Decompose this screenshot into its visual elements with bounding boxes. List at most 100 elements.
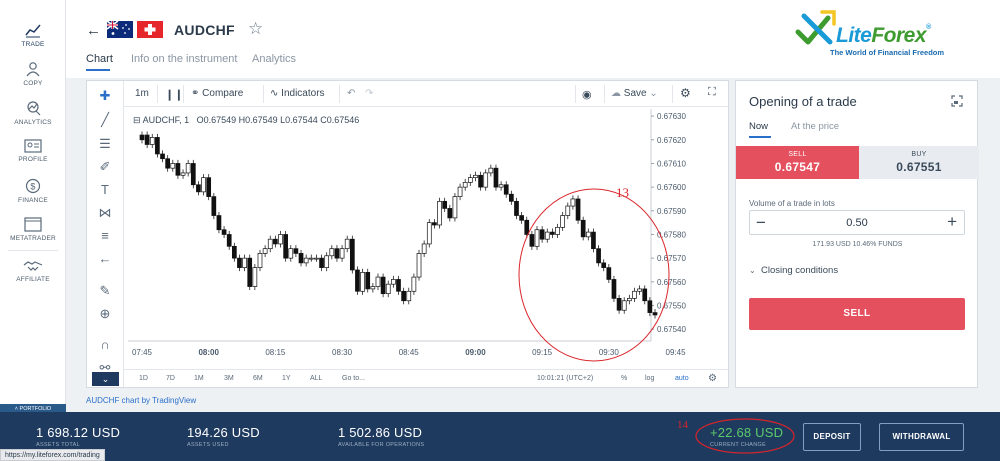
- chart-legend: ⊟ AUDCHF, 1 O0.67549 H0.67549 L0.67544 C…: [133, 115, 359, 126]
- candle-body: [324, 255, 330, 268]
- settings-gear-icon[interactable]: ⚙: [680, 86, 691, 100]
- candle-body: [462, 182, 468, 188]
- toolbar-collapse-icon[interactable]: ⌄: [92, 372, 119, 386]
- candle-body: [442, 200, 448, 209]
- nav-item-finance[interactable]: $ FINANCE: [0, 178, 66, 204]
- chart-top-toolbar: 1m ❙❙ ⚭ Compare ∿ Indicators ↶ ↷ ◉ ☁ Sav…: [124, 81, 728, 107]
- candle-body: [196, 184, 201, 193]
- range-3m[interactable]: 3M: [224, 375, 234, 382]
- candle-body: [370, 286, 376, 290]
- interval-button[interactable]: 1m: [135, 88, 149, 99]
- expand-icon[interactable]: [951, 95, 963, 107]
- range-6m[interactable]: 6M: [253, 375, 263, 382]
- chart-bottom-toolbar: 1D 7D 1M 3M 6M 1Y ALL Go to... 10:01:21 …: [124, 369, 728, 387]
- candle-body: [432, 222, 437, 226]
- drawing-toolbar: ✚ ╱ ☰ ✐ T ⋈ ≡ ← ✎ ⊕ ∩ ⚯ ⌄: [87, 81, 124, 387]
- candle-body: [155, 137, 160, 155]
- candle-type-icon[interactable]: ❙❙: [165, 88, 183, 101]
- candle-body: [160, 153, 165, 160]
- deposit-button[interactable]: DEPOSIT: [803, 423, 861, 451]
- tradingview-credit-link[interactable]: AUDCHF chart by TradingView: [86, 396, 196, 405]
- buy-price-box[interactable]: BUY 0.67551: [859, 146, 979, 179]
- camera-icon[interactable]: ◉: [582, 88, 592, 101]
- nav-item-metatrader[interactable]: METATRADER: [0, 217, 66, 242]
- pattern-tool-icon[interactable]: ⋈: [95, 204, 115, 222]
- nav-item-analytics[interactable]: ANALYTICS: [0, 100, 66, 126]
- zoom-in-icon[interactable]: ⊕: [95, 305, 115, 323]
- goto-button[interactable]: Go to...: [342, 375, 365, 382]
- instrument-title: AUDCHF: [174, 22, 235, 38]
- candle-body: [488, 167, 494, 174]
- copy-person-icon: [26, 62, 40, 77]
- volume-stepper[interactable]: − 0.50 +: [749, 210, 965, 235]
- sell-price: 0.67547: [774, 160, 821, 174]
- back-arrow-icon[interactable]: ←: [86, 22, 101, 39]
- tab-at-the-price[interactable]: At the price: [791, 121, 839, 132]
- range-1d[interactable]: 1D: [139, 375, 148, 382]
- available-label: AVAILABLE FOR OPERATIONS: [338, 442, 425, 448]
- candle-body: [180, 172, 186, 176]
- candle-body: [165, 158, 171, 169]
- fullscreen-icon[interactable]: ⛶: [708, 86, 716, 99]
- text-tool-icon[interactable]: T: [95, 181, 115, 199]
- tab-now[interactable]: Now: [749, 121, 768, 132]
- tab-chart[interactable]: Chart: [86, 53, 113, 65]
- brush-icon[interactable]: ✐: [95, 158, 115, 176]
- svg-text:$: $: [30, 182, 35, 192]
- legend-ohlc: O0.67549 H0.67549 L0.67544 C0.67546: [196, 115, 360, 125]
- range-7d[interactable]: 7D: [166, 375, 175, 382]
- closing-conditions-label: Closing conditions: [760, 265, 839, 276]
- chevron-down-icon: ⌄: [749, 266, 756, 275]
- nav-item-affiliate[interactable]: AFFILIATE: [0, 259, 66, 283]
- sell-button[interactable]: SELL: [749, 298, 965, 330]
- current-change-value: +22.68 USD: [710, 425, 784, 440]
- candle-body: [252, 267, 258, 287]
- range-1m[interactable]: 1M: [194, 375, 204, 382]
- range-all[interactable]: ALL: [310, 375, 322, 382]
- candle-body: [416, 253, 422, 278]
- candle-body: [211, 196, 217, 216]
- auto-toggle[interactable]: auto: [675, 375, 689, 382]
- sell-price-box[interactable]: SELL 0.67547: [736, 146, 859, 179]
- percent-toggle[interactable]: %: [621, 375, 627, 382]
- save-button[interactable]: ☁ Save ⌄: [611, 88, 658, 99]
- nav-item-trade[interactable]: TRADE: [0, 22, 66, 48]
- ruler-icon[interactable]: ✎: [95, 282, 115, 300]
- magnet-icon[interactable]: ∩: [95, 336, 115, 354]
- candle-body: [267, 238, 273, 250]
- candle-body: [391, 279, 396, 285]
- prediction-tool-icon[interactable]: ≡: [95, 227, 115, 245]
- tab-analytics[interactable]: Analytics: [252, 53, 296, 65]
- nav-item-copy[interactable]: COPY: [0, 61, 66, 87]
- indicators-button[interactable]: ∿ Indicators: [270, 88, 325, 99]
- candle-body: [308, 257, 314, 260]
- range-1y[interactable]: 1Y: [282, 375, 291, 382]
- candle-body: [185, 163, 191, 174]
- candle-body: [216, 215, 222, 231]
- plus-icon[interactable]: +: [947, 212, 957, 232]
- nav-divider: [8, 250, 58, 251]
- log-toggle[interactable]: log: [645, 375, 654, 382]
- trendline-icon[interactable]: ╱: [95, 111, 115, 129]
- arrow-left-icon[interactable]: ←: [95, 250, 115, 268]
- volume-value[interactable]: 0.50: [750, 217, 964, 229]
- active-tab-indicator: [86, 69, 110, 71]
- tab-info[interactable]: Info on the instrument: [131, 53, 237, 65]
- nav-label: COPY: [23, 80, 43, 87]
- legend-collapse-icon[interactable]: ⊟: [133, 115, 141, 125]
- redo-icon[interactable]: ↷: [365, 88, 373, 99]
- compare-button[interactable]: ⚭ Compare: [191, 88, 243, 99]
- chart-panel: ✚ ╱ ☰ ✐ T ⋈ ≡ ← ✎ ⊕ ∩ ⚯ ⌄ 1m ❙❙ ⚭ Compar…: [86, 80, 729, 388]
- candle-body: [293, 248, 299, 254]
- candle-body: [447, 208, 453, 219]
- favorite-star-icon[interactable]: ☆: [248, 19, 263, 39]
- nav-item-profile[interactable]: PROFILE: [0, 139, 66, 163]
- withdrawal-button[interactable]: WITHDRAWAL: [879, 423, 964, 451]
- crosshair-icon[interactable]: ✚: [95, 87, 115, 105]
- nav-label: FINANCE: [18, 197, 48, 204]
- balance-label: ASSETS TOTAL: [36, 442, 80, 448]
- closing-conditions-toggle[interactable]: ⌄ Closing conditions: [749, 265, 838, 276]
- fib-tool-icon[interactable]: ☰: [95, 135, 115, 153]
- undo-icon[interactable]: ↶: [347, 88, 355, 99]
- chart-settings-icon[interactable]: ⚙: [708, 373, 717, 384]
